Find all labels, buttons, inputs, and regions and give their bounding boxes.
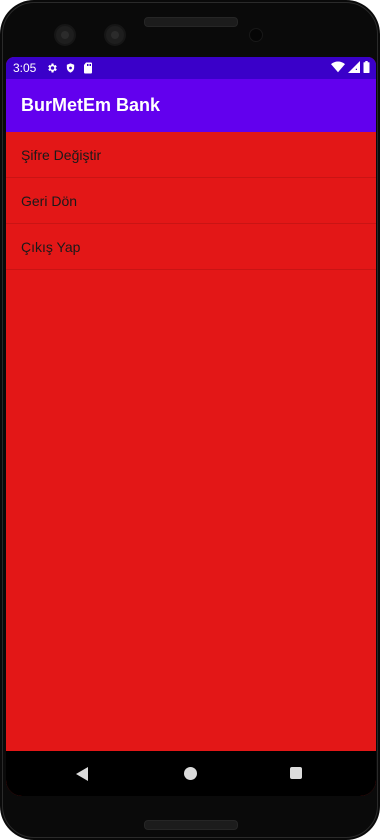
menu-item-label: Şifre Değiştir bbox=[21, 146, 102, 163]
bottom-speaker bbox=[144, 820, 238, 830]
app-bar: BurMetEm Bank bbox=[6, 79, 376, 132]
status-icons-right bbox=[331, 61, 370, 73]
recents-icon[interactable] bbox=[290, 767, 302, 779]
battery-icon bbox=[363, 61, 370, 73]
gear-icon bbox=[48, 63, 58, 73]
menu-item-label: Çıkış Yap bbox=[21, 238, 81, 255]
light-sensor bbox=[104, 24, 126, 46]
status-bar: 3:05 bbox=[6, 57, 376, 79]
front-camera bbox=[249, 28, 263, 42]
status-time: 3:05 bbox=[13, 61, 37, 75]
menu-item-label: Geri Dön bbox=[21, 192, 78, 209]
wifi-icon bbox=[331, 61, 345, 73]
back-icon[interactable] bbox=[76, 767, 88, 781]
signal-icon bbox=[348, 61, 360, 73]
menu-item-change-password[interactable]: Şifre Değiştir bbox=[6, 132, 376, 178]
menu-item-go-back[interactable]: Geri Dön bbox=[6, 178, 376, 224]
earpiece-speaker bbox=[144, 17, 238, 27]
app-title: BurMetEm Bank bbox=[21, 95, 161, 115]
shield-icon bbox=[67, 63, 75, 73]
sd-card-icon bbox=[84, 62, 93, 74]
status-icons-left bbox=[46, 62, 93, 74]
home-icon[interactable] bbox=[184, 767, 197, 780]
app-screen: 3:05 BurMetEm Bank Şifre Değiştir Geri D… bbox=[6, 57, 376, 796]
proximity-sensor bbox=[54, 24, 76, 46]
menu-list: Şifre Değiştir Geri Dön Çıkış Yap bbox=[6, 132, 376, 270]
system-nav-bar bbox=[6, 751, 376, 796]
menu-item-logout[interactable]: Çıkış Yap bbox=[6, 224, 376, 270]
phone-frame: 3:05 BurMetEm Bank Şifre Değiştir Geri D… bbox=[0, 0, 380, 840]
